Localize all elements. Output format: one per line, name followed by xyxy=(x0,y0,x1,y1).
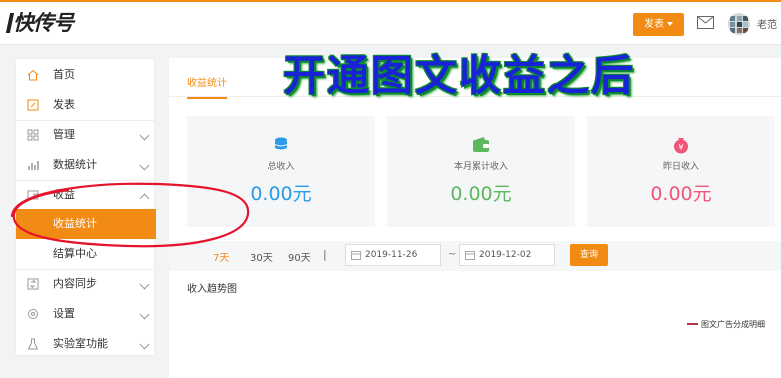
range-tilde: ~ xyxy=(448,249,457,260)
chevron-up-icon xyxy=(139,193,150,204)
publish-button[interactable]: 发表 xyxy=(633,13,684,36)
chevron-down-icon xyxy=(139,339,150,350)
wallet-icon xyxy=(27,190,39,200)
logo[interactable]: 快传号 xyxy=(5,8,74,38)
chevron-down-icon xyxy=(139,160,150,171)
avatar[interactable] xyxy=(728,13,750,35)
calendar-icon xyxy=(351,251,361,260)
sidebar-item-publish[interactable]: 发表 xyxy=(16,90,156,120)
sidebar-item-data-stats[interactable]: 数据统计 xyxy=(16,150,156,180)
chart-legend[interactable]: 图文广告分成明细 xyxy=(687,319,765,330)
mail-icon[interactable] xyxy=(697,16,714,29)
sidebar-item-earnings-stats[interactable]: 收益统计 xyxy=(16,209,156,239)
money-bag-icon: ¥ xyxy=(674,138,688,154)
top-bar: 快传号 发表 老范 xyxy=(0,0,781,45)
edit-icon xyxy=(27,99,39,111)
range-90-days[interactable]: 90天 xyxy=(288,249,311,264)
query-button[interactable]: 查询 xyxy=(570,244,608,266)
chevron-down-icon xyxy=(139,130,150,141)
wallet-icon xyxy=(473,137,489,152)
chevron-down-icon xyxy=(139,309,150,320)
card-value: 0.00元 xyxy=(650,183,712,205)
card-label: 昨日收入 xyxy=(662,162,699,172)
username[interactable]: 老范 xyxy=(757,16,781,31)
main-panel: 收益统计 总收入 0.00元 本月累计收入 0.00元 ¥ 昨日收入 0.00元… xyxy=(169,58,781,378)
sync-icon xyxy=(27,278,39,290)
grid-icon xyxy=(27,129,39,141)
lab-icon xyxy=(27,338,39,350)
svg-text:¥: ¥ xyxy=(678,143,683,152)
range-30-days[interactable]: 30天 xyxy=(250,249,273,264)
yesterday-income-card: ¥ 昨日收入 0.00元 xyxy=(587,116,775,227)
sidebar: 首页 发表 管理 数据统计 收益 收益统计 结算中心 内容同步 设置 实验室功能 xyxy=(15,58,156,359)
end-date-input[interactable]: 2019-12-02 xyxy=(459,244,555,266)
sidebar-item-home[interactable]: 首页 xyxy=(16,60,156,90)
overlay-caption: 开通图文收益之后 xyxy=(283,51,636,100)
sidebar-item-earnings[interactable]: 收益 xyxy=(16,180,156,210)
chevron-down-icon xyxy=(139,279,150,290)
caret-down-icon xyxy=(667,22,673,26)
card-label: 本月累计收入 xyxy=(453,162,508,172)
sidebar-item-settings[interactable]: 设置 xyxy=(16,299,156,329)
sidebar-item-manage[interactable]: 管理 xyxy=(16,120,156,150)
bar-chart-icon xyxy=(28,161,39,170)
trend-chart-title: 收入趋势图 xyxy=(187,284,237,295)
sidebar-item-content-sync[interactable]: 内容同步 xyxy=(16,269,156,299)
range-7-days[interactable]: 7天 xyxy=(213,249,229,264)
calendar-icon xyxy=(465,251,475,260)
month-income-card: 本月累计收入 0.00元 xyxy=(387,116,575,227)
gear-icon xyxy=(28,309,38,319)
card-value: 0.00元 xyxy=(250,183,312,205)
separator: | xyxy=(323,248,327,261)
date-filter-row: 7天 30天 90天 | 2019-11-26 ~ 2019-12-02 查询 xyxy=(169,241,781,271)
sidebar-item-settlement[interactable]: 结算中心 xyxy=(16,239,156,269)
total-income-card: 总收入 0.00元 xyxy=(187,116,375,227)
start-date-input[interactable]: 2019-11-26 xyxy=(345,244,441,266)
legend-swatch xyxy=(687,323,698,325)
home-icon xyxy=(27,69,39,81)
card-label: 总收入 xyxy=(267,162,295,172)
card-value: 0.00元 xyxy=(450,183,512,205)
coins-icon xyxy=(275,137,287,150)
sidebar-item-lab[interactable]: 实验室功能 xyxy=(16,329,156,359)
